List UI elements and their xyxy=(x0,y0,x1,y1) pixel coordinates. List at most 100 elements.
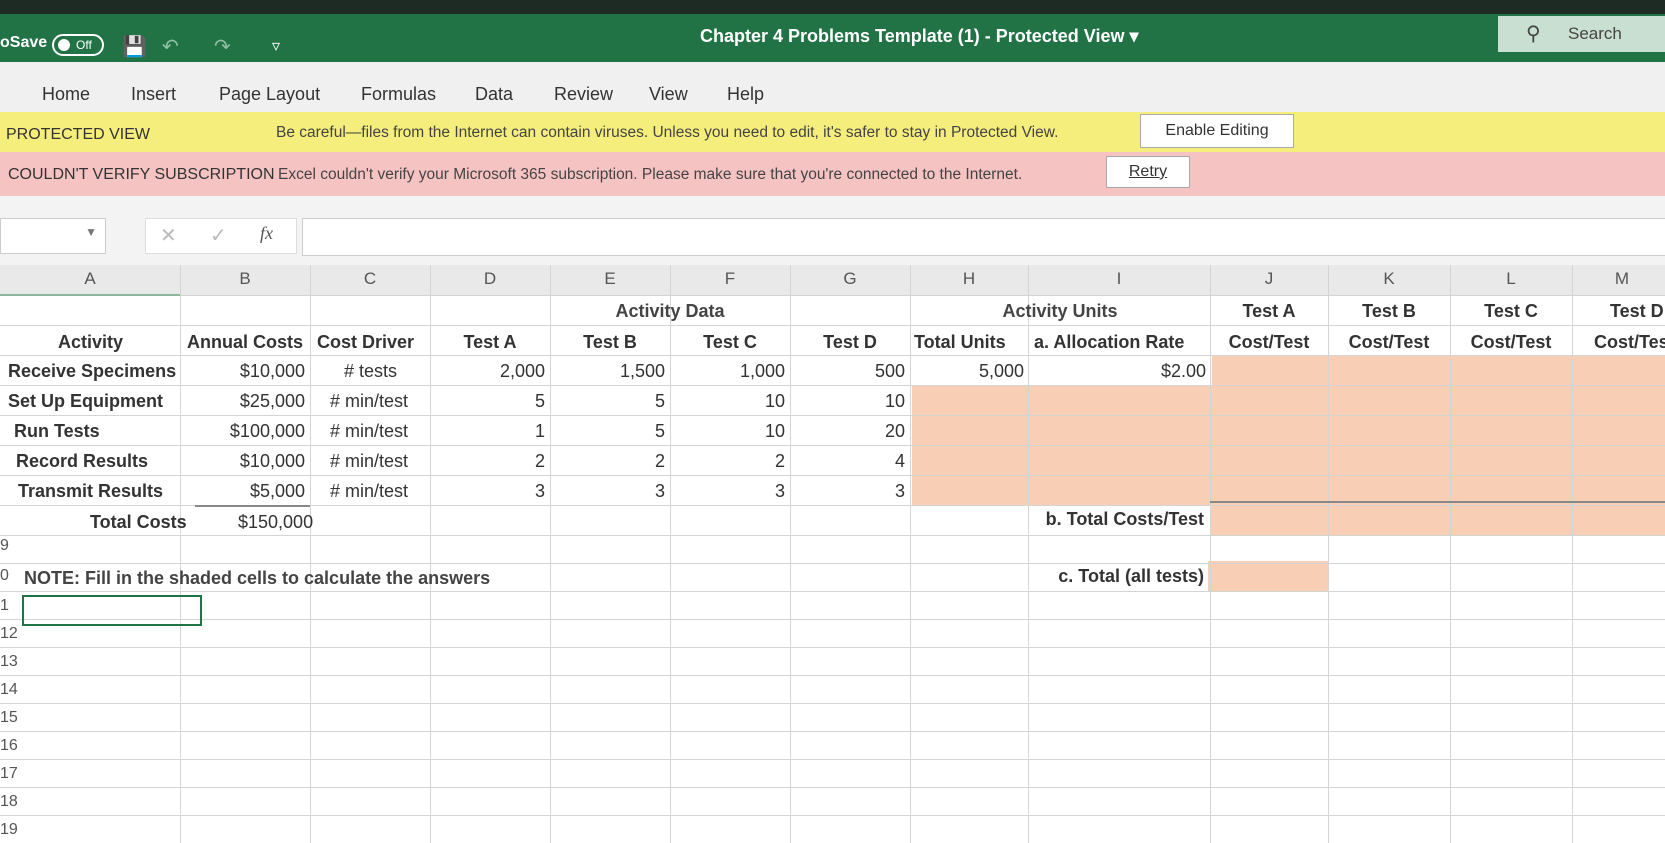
row-number[interactable]: 19 xyxy=(0,821,18,839)
customize-qat-icon[interactable]: ▿ xyxy=(272,36,280,56)
column-header-m[interactable]: M xyxy=(1572,269,1665,289)
column-header-h[interactable]: H xyxy=(910,269,1028,289)
cell-test-a[interactable]: 3 xyxy=(430,480,545,502)
cell-test-a[interactable]: 1 xyxy=(430,420,545,442)
cell-activity[interactable]: Record Results xyxy=(16,450,148,472)
cell-activity[interactable]: Transmit Results xyxy=(18,480,163,502)
cell-test-d[interactable]: 4 xyxy=(790,450,905,472)
enable-editing-button[interactable]: Enable Editing xyxy=(1140,114,1294,148)
cell-test-c[interactable]: 3 xyxy=(670,480,785,502)
save-icon[interactable]: 💾 xyxy=(122,34,147,59)
chevron-down-icon: ▾ xyxy=(1129,26,1139,46)
column-header-k[interactable]: K xyxy=(1328,269,1450,289)
cell-cost-driver[interactable]: # min/test xyxy=(330,420,408,442)
column-header-f[interactable]: F xyxy=(670,269,790,289)
gridline xyxy=(0,535,1665,536)
cell-test-b[interactable]: 1,500 xyxy=(550,360,665,382)
column-header-b[interactable]: B xyxy=(180,269,310,289)
cell-test-a[interactable]: 2,000 xyxy=(430,360,545,382)
cell-allocation-rate[interactable]: $2.00 xyxy=(1028,360,1206,382)
name-box[interactable]: ▼ xyxy=(0,218,106,254)
column-header-d[interactable]: D xyxy=(430,269,550,289)
check-icon[interactable]: ✓ xyxy=(210,223,227,248)
cell-test-b[interactable]: 5 xyxy=(550,390,665,412)
cell-test-c[interactable]: 10 xyxy=(670,390,785,412)
retry-button[interactable]: Retry xyxy=(1106,156,1190,188)
row-number[interactable]: 16 xyxy=(0,737,18,755)
row-number[interactable]: 9 xyxy=(0,537,9,555)
gridline xyxy=(0,415,1665,416)
cell-activity[interactable]: Set Up Equipment xyxy=(8,390,163,412)
gridline xyxy=(310,265,311,843)
cancel-icon[interactable]: ✕ xyxy=(160,223,177,248)
cell-activity[interactable]: Run Tests xyxy=(14,420,100,442)
redo-icon[interactable]: ↷ xyxy=(214,34,231,59)
spreadsheet-grid[interactable]: A B C D E F G H I J K L M Activity Data … xyxy=(0,265,1665,843)
row-number[interactable]: 0 xyxy=(0,567,9,585)
column-header-i[interactable]: I xyxy=(1028,269,1210,289)
search-box[interactable]: ⚲ Search xyxy=(1498,16,1665,52)
gridline xyxy=(910,265,911,843)
tab-insert[interactable]: Insert xyxy=(131,84,176,105)
tab-review[interactable]: Review xyxy=(554,84,613,105)
cell-cost-driver[interactable]: # min/test xyxy=(330,390,408,412)
tab-formulas[interactable]: Formulas xyxy=(361,84,436,105)
cell-annual-cost[interactable]: $5,000 xyxy=(190,480,305,502)
cell-test-d[interactable]: 20 xyxy=(790,420,905,442)
cell-test-c[interactable]: 2 xyxy=(670,450,785,472)
column-header-j[interactable]: J xyxy=(1210,269,1328,289)
cell-annual-cost[interactable]: $10,000 xyxy=(190,360,305,382)
row-number[interactable]: 13 xyxy=(0,653,18,671)
cell-test-c[interactable]: 10 xyxy=(670,420,785,442)
row-number[interactable]: 17 xyxy=(0,765,18,783)
cell-test-a[interactable]: 5 xyxy=(430,390,545,412)
row-number[interactable]: 1 xyxy=(0,597,9,615)
cell-activity[interactable]: Receive Specimens xyxy=(8,360,176,382)
cell-test-b[interactable]: 3 xyxy=(550,480,665,502)
protected-view-label: PROTECTED VIEW xyxy=(6,126,151,143)
toggle-knob xyxy=(58,39,70,51)
row-number[interactable]: 12 xyxy=(0,625,18,643)
column-header-g[interactable]: G xyxy=(790,269,910,289)
row-number[interactable]: 15 xyxy=(0,709,18,727)
cell-annual-cost[interactable]: $10,000 xyxy=(190,450,305,472)
cell-test-d[interactable]: 500 xyxy=(790,360,905,382)
window-top-strip xyxy=(0,0,1665,14)
document-title[interactable]: Chapter 4 Problems Template (1) - Protec… xyxy=(700,26,1139,47)
total-costs-value[interactable]: $150,000 xyxy=(238,511,313,533)
header-test-a: Test A xyxy=(463,332,517,352)
tab-home[interactable]: Home xyxy=(42,84,90,105)
cell-cost-driver[interactable]: # min/test xyxy=(330,450,408,472)
cell-cost-driver[interactable]: # tests xyxy=(344,360,397,382)
cell-test-a[interactable]: 2 xyxy=(430,450,545,472)
column-header-a[interactable]: A xyxy=(0,269,180,289)
active-cell[interactable] xyxy=(22,595,202,626)
cell-test-d[interactable]: 10 xyxy=(790,390,905,412)
undo-icon[interactable]: ↶ xyxy=(162,34,179,59)
cell-cost-driver[interactable]: # min/test xyxy=(330,480,408,502)
cell-annual-cost[interactable]: $100,000 xyxy=(190,420,305,442)
column-header-e[interactable]: E xyxy=(550,269,670,289)
shaded-cells-row-3[interactable] xyxy=(1212,355,1665,385)
row-number[interactable]: 14 xyxy=(0,681,18,699)
formula-input[interactable] xyxy=(302,218,1665,256)
column-header-c[interactable]: C xyxy=(310,269,430,289)
insert-function-icon[interactable]: fx xyxy=(260,223,273,244)
cell-test-b[interactable]: 5 xyxy=(550,420,665,442)
column-header-l[interactable]: L xyxy=(1450,269,1572,289)
cell-annual-cost[interactable]: $25,000 xyxy=(190,390,305,412)
cell-total-units[interactable]: 5,000 xyxy=(910,360,1024,382)
tab-page-layout[interactable]: Page Layout xyxy=(219,84,320,105)
shaded-total-costs-per-test[interactable] xyxy=(1210,505,1665,535)
cell-test-b[interactable]: 2 xyxy=(550,450,665,472)
row-number[interactable]: 18 xyxy=(0,793,18,811)
cell-test-d[interactable]: 3 xyxy=(790,480,905,502)
autosave-toggle[interactable]: Off xyxy=(52,34,104,56)
tab-view[interactable]: View xyxy=(649,84,688,105)
header-j-top: Test A xyxy=(1242,301,1296,321)
cell-test-c[interactable]: 1,000 xyxy=(670,360,785,382)
shaded-total-all-tests[interactable] xyxy=(1208,561,1328,591)
tab-help[interactable]: Help xyxy=(727,84,764,105)
gridline xyxy=(180,265,181,843)
tab-data[interactable]: Data xyxy=(475,84,513,105)
